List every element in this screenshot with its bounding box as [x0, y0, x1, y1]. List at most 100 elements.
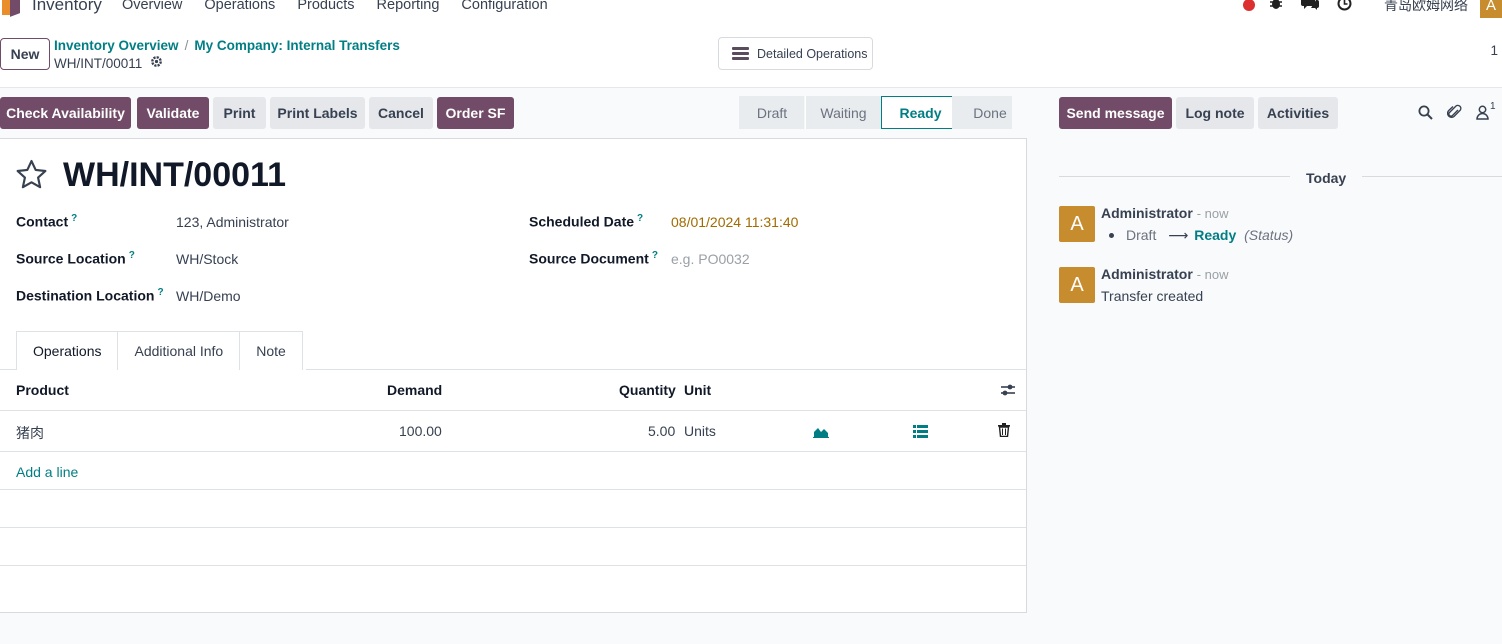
row-quantity[interactable]: 5.00: [648, 423, 675, 439]
message-author-name[interactable]: Administrator: [1101, 266, 1193, 282]
column-demand[interactable]: Demand: [387, 382, 442, 398]
gear-icon[interactable]: [150, 55, 163, 71]
breadcrumb-inventory-overview[interactable]: Inventory Overview: [54, 38, 179, 53]
contact-field[interactable]: 123, Administrator: [176, 214, 289, 230]
record-title: WH/INT/00011: [63, 156, 286, 194]
destination-location-label: Destination Location?: [16, 287, 164, 304]
breadcrumb-internal-transfers[interactable]: My Company: Internal Transfers: [194, 38, 400, 53]
search-icon[interactable]: [1418, 105, 1433, 123]
delete-trash-icon[interactable]: [998, 423, 1010, 440]
company-switcher[interactable]: 青岛欧姆网络: [1384, 0, 1468, 15]
menu-configuration[interactable]: Configuration: [461, 0, 547, 13]
top-navbar: Inventory Overview Operations Products R…: [0, 0, 1502, 18]
message-body: Transfer created: [1101, 288, 1204, 304]
messaging-icon[interactable]: 5: [1301, 0, 1319, 14]
activities-button[interactable]: Activities: [1258, 97, 1338, 129]
star-icon[interactable]: [15, 159, 48, 193]
detailed-operations-list-icon[interactable]: [913, 425, 928, 441]
message-author-avatar[interactable]: A: [1059, 267, 1095, 303]
column-product[interactable]: Product: [16, 382, 69, 398]
message-time: - now: [1196, 206, 1229, 221]
check-availability-button[interactable]: Check Availability: [0, 97, 131, 129]
chatter-topbar-icons: 1: [1418, 101, 1496, 123]
source-location-field[interactable]: WH/Stock: [176, 251, 238, 267]
date-separator: Today: [1306, 170, 1347, 186]
systray: 5 3 青岛欧姆网络 A: [1243, 0, 1502, 18]
row-demand[interactable]: 100.00: [399, 423, 442, 439]
current-record-name: WH/INT/00011: [54, 55, 143, 71]
current-record-line: WH/INT/00011: [54, 55, 163, 71]
new-button[interactable]: New: [0, 38, 50, 70]
operations-table-header: Product Demand Quantity Unit: [0, 370, 1026, 411]
control-panel: New Inventory Overview / My Company: Inter…: [0, 18, 1502, 88]
detailed-operations-button[interactable]: Detailed Operations: [718, 37, 873, 70]
destination-location-label-text: Destination Location: [16, 287, 155, 304]
print-button[interactable]: Print: [213, 97, 266, 129]
message-author-avatar[interactable]: A: [1059, 206, 1095, 242]
tab-operations[interactable]: Operations: [16, 331, 119, 370]
followers-icon[interactable]: [1476, 105, 1489, 123]
row-unit[interactable]: Units: [684, 423, 716, 439]
app-name[interactable]: Inventory: [32, 0, 102, 15]
forecast-chart-icon[interactable]: [813, 425, 829, 441]
tracking-value-line: Draft ⟶ Ready (Status): [1101, 227, 1293, 244]
stage-draft[interactable]: Draft: [739, 96, 805, 129]
stage-ready-label: Ready: [899, 104, 942, 121]
bug-icon[interactable]: [1269, 0, 1283, 14]
tab-note[interactable]: Note: [239, 331, 303, 370]
column-unit[interactable]: Unit: [684, 382, 711, 398]
send-message-button[interactable]: Send message: [1059, 97, 1172, 129]
add-line-row: Add a line: [0, 452, 1026, 490]
source-location-label-text: Source Location: [16, 250, 126, 267]
help-mark[interactable]: ?: [129, 250, 135, 261]
optional-columns-icon[interactable]: [1000, 383, 1016, 400]
contact-label-text: Contact: [16, 213, 69, 230]
status-bar: Draft Waiting Ready Done: [739, 96, 1012, 129]
recording-indicator-icon[interactable]: [1243, 0, 1255, 11]
menu-overview[interactable]: Overview: [122, 0, 182, 13]
stage-waiting[interactable]: Waiting: [805, 96, 881, 129]
menu-operations[interactable]: Operations: [204, 0, 275, 13]
message-author-name[interactable]: Administrator: [1101, 205, 1193, 221]
menu-reporting[interactable]: Reporting: [377, 0, 440, 13]
column-quantity[interactable]: Quantity: [619, 382, 676, 398]
date-divider-right: [1362, 176, 1502, 177]
menu-products[interactable]: Products: [297, 0, 354, 13]
print-labels-button[interactable]: Print Labels: [270, 97, 365, 129]
arrow-right-icon: ⟶: [1168, 227, 1189, 243]
add-line-link[interactable]: Add a line: [16, 464, 78, 480]
pager-value[interactable]: 1: [1490, 43, 1498, 58]
row-product[interactable]: 猪肉: [16, 423, 44, 443]
source-document-label: Source Document?: [529, 250, 658, 267]
source-location-label: Source Location?: [16, 250, 135, 267]
log-note-button[interactable]: Log note: [1176, 97, 1254, 129]
source-document-field[interactable]: e.g. PO0032: [671, 251, 750, 267]
help-mark[interactable]: ?: [637, 213, 643, 224]
scheduled-date-label-text: Scheduled Date: [529, 213, 635, 230]
inventory-app-icon[interactable]: [2, 0, 22, 17]
tracking-old-value: Draft: [1126, 227, 1157, 243]
breadcrumb: Inventory Overview / My Company: Internal …: [54, 38, 400, 53]
validate-button[interactable]: Validate: [137, 97, 209, 129]
stage-done[interactable]: Done: [952, 96, 1012, 129]
bullet-icon: [1109, 232, 1114, 238]
stage-ready[interactable]: Ready: [881, 96, 953, 129]
cancel-button[interactable]: Cancel: [369, 97, 433, 129]
empty-row: [0, 566, 1026, 604]
destination-location-field[interactable]: WH/Demo: [176, 288, 241, 304]
paperclip-icon[interactable]: [1446, 104, 1462, 123]
help-mark[interactable]: ?: [71, 213, 77, 224]
scheduled-date-field[interactable]: 08/01/2024 11:31:40: [671, 214, 798, 230]
user-avatar[interactable]: A: [1480, 0, 1502, 18]
help-mark[interactable]: ?: [157, 287, 163, 298]
message-author: Administrator - now: [1101, 205, 1228, 221]
table-row[interactable]: 猪肉 100.00 5.00 Units: [0, 411, 1026, 452]
activity-clock-icon[interactable]: 3: [1337, 0, 1352, 15]
empty-row: [0, 528, 1026, 566]
help-mark[interactable]: ?: [652, 250, 658, 261]
order-sf-button[interactable]: Order SF: [437, 97, 514, 129]
tab-additional-info[interactable]: Additional Info: [117, 331, 241, 370]
tracking-new-value: Ready: [1194, 227, 1237, 243]
empty-row: [0, 490, 1026, 528]
date-divider-left: [1059, 176, 1290, 177]
